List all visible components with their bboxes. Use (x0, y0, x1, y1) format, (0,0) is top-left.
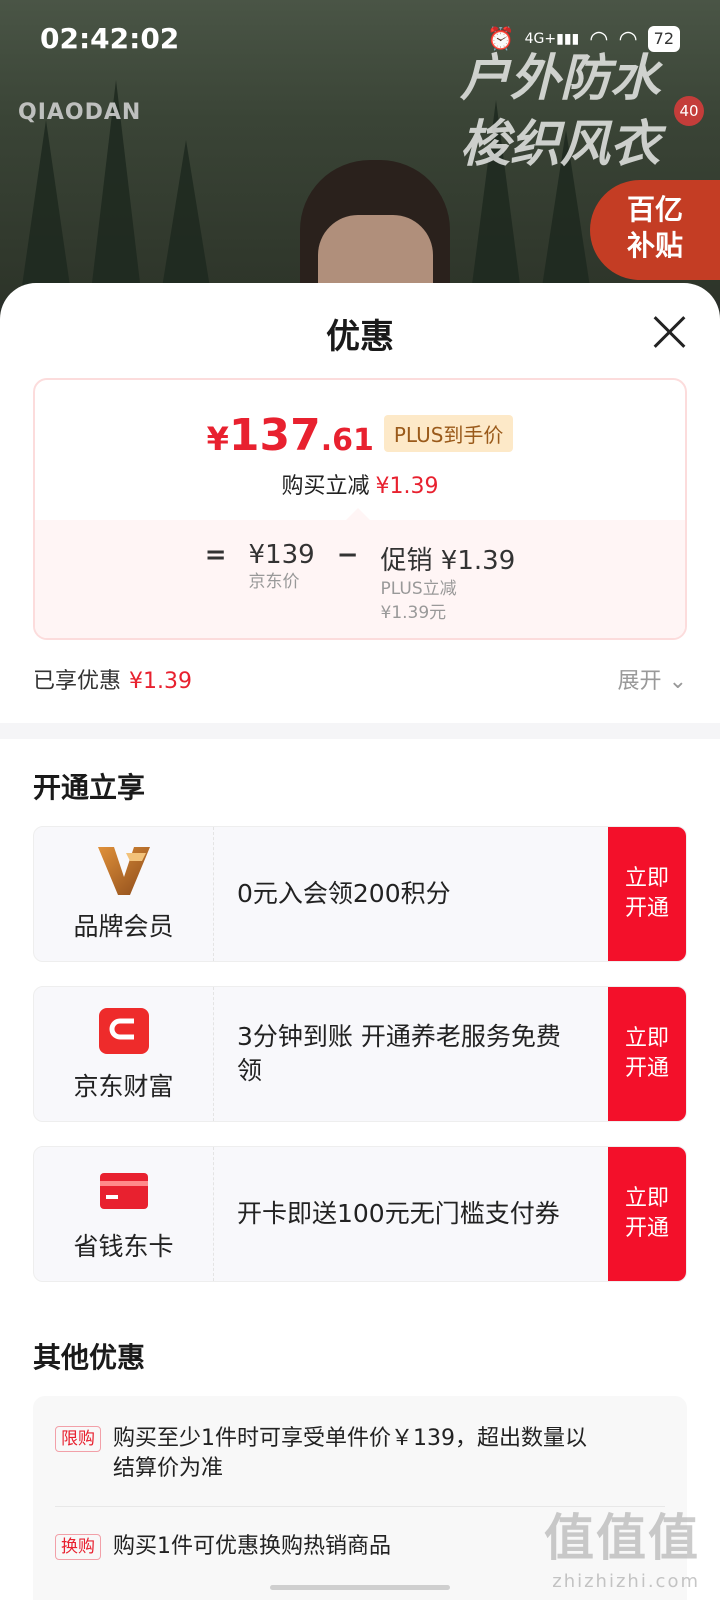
offer-card-jd-wealth: 京东财富 3分钟到账 开通养老服务免费领 立即 开通 (33, 986, 687, 1122)
activate-button[interactable]: 立即 开通 (608, 1147, 686, 1281)
status-icons: ⏰ 4G+▮▮▮ ◠ ◠ 72 (487, 26, 680, 52)
plus-cut-label: PLUS立减 (380, 579, 457, 599)
open-section-title: 开通立享 (33, 771, 146, 804)
promo-value-row: 促销 ¥1.39 (381, 540, 516, 577)
offer-name: 京东财富 (73, 1072, 174, 1101)
jd-price-item: ¥139 京东价 (249, 540, 315, 625)
enjoyed-value: ¥1.39 (129, 669, 192, 694)
jd-price-value: ¥139 (248, 540, 315, 570)
offer-card-saving-card: 省钱东卡 开卡即送100元无门槛支付券 立即 开通 (33, 1146, 687, 1282)
promo-label: 促销 (380, 546, 433, 576)
brand-logo: QIAODAN (18, 100, 142, 125)
rule-tag: 换购 (55, 1534, 101, 1560)
wifi-icon-2: ◠ (618, 26, 638, 52)
section-divider (0, 723, 720, 739)
promo-value: ¥1.39 (440, 546, 516, 576)
expand-button[interactable]: 展开 ⌄ (618, 663, 687, 695)
count-badge: 40 (674, 96, 704, 126)
expand-label: 展开 (617, 669, 662, 694)
equals-sign: = (204, 540, 227, 570)
home-indicator[interactable] (270, 1585, 450, 1590)
promo-item: 促销 ¥1.39 PLUS立减 ¥1.39元 (381, 540, 516, 625)
close-icon[interactable] (648, 311, 690, 353)
offer-description: 3分钟到账 开通养老服务免费领 (237, 1022, 561, 1085)
price-card: ¥137.61 PLUS到手价 购买立减 ¥1.39 = ¥139 京东价 − 促… (33, 378, 687, 640)
alarm-icon: ⏰ (487, 26, 515, 52)
jd-wealth-icon (99, 1008, 149, 1054)
activate-button[interactable]: 立即 开通 (608, 987, 686, 1121)
credit-card-icon (100, 1173, 148, 1209)
price-integer: 137 (228, 410, 321, 461)
rule-item: 限购 购买至少1件时可享受单件价￥139，超出数量以结算价为准 (55, 1424, 593, 1484)
instant-discount-value: ¥1.39 (375, 474, 439, 499)
final-price-row: ¥137.61 PLUS到手价 (35, 410, 685, 461)
jd-price-label: 京东价 (248, 572, 300, 592)
offer-name: 品牌会员 (73, 912, 174, 941)
cellular-signal-icon: 4G+▮▮▮ (524, 31, 580, 47)
offer-brand: 品牌会员 (34, 827, 214, 961)
rule-text: 购买1件可优惠换购热销商品 (113, 1534, 391, 1559)
network-type: 4G+ (524, 31, 557, 47)
currency-symbol: ¥ (206, 420, 229, 458)
final-price: ¥137.61 (207, 410, 374, 461)
offer-description: 开卡即送100元无门槛支付券 (237, 1199, 560, 1228)
enjoyed-discount: 已享优惠 ¥1.39 (33, 663, 192, 695)
offer-brand: 省钱东卡 (34, 1147, 214, 1281)
offer-name: 省钱东卡 (73, 1232, 174, 1261)
subsidy-badge[interactable]: 百亿 补贴 (590, 180, 720, 280)
subsidy-line-1: 百亿 (626, 193, 683, 226)
background-tree (160, 140, 212, 300)
price-breakdown-row: = ¥139 京东价 − 促销 ¥1.39 PLUS立减 ¥1.39元 (35, 540, 685, 625)
status-time: 02:42:02 (40, 22, 180, 55)
breakdown-pointer (345, 508, 371, 521)
promo-line-2: 梭织风衣 (460, 115, 660, 173)
wifi-icon: ◠ (589, 26, 609, 52)
brand-member-icon (98, 847, 150, 895)
instant-discount-label: 购买立减 (281, 474, 370, 499)
enjoyed-label: 已享优惠 (33, 669, 122, 694)
offer-card-brand-member: 品牌会员 0元入会领200积分 立即 开通 (33, 826, 687, 962)
minus-sign: − (336, 540, 359, 570)
plus-cut-amount: ¥1.39元 (380, 603, 447, 623)
watermark-logo: 值值值 (544, 1509, 700, 1567)
offer-description: 0元入会领200积分 (237, 879, 451, 908)
offer-brand: 京东财富 (34, 987, 214, 1121)
activate-button[interactable]: 立即 开通 (608, 827, 686, 961)
battery-icon: 72 (647, 26, 680, 52)
rule-text: 购买至少1件时可享受单件价￥139，超出数量以结算价为准 (113, 1426, 587, 1481)
sheet-title: 优惠 (326, 317, 394, 357)
watermark-url: zhizhizhi.com (552, 1571, 700, 1592)
other-section-title: 其他优惠 (33, 1341, 146, 1374)
subsidy-line-2: 补贴 (626, 229, 683, 262)
instant-discount: 购买立减 ¥1.39 (35, 468, 685, 500)
price-decimal: .61 (320, 423, 374, 458)
rule-item[interactable]: 换购 购买1件可优惠换购热销商品 (55, 1532, 593, 1562)
chevron-down-icon: ⌄ (668, 669, 687, 694)
plus-price-tag: PLUS到手价 (383, 415, 514, 452)
rule-tag: 限购 (55, 1426, 101, 1452)
discount-sheet: 优惠 ¥137.61 PLUS到手价 购买立减 ¥1.39 = ¥139 京东价 … (0, 283, 720, 1600)
background-tree (20, 120, 72, 300)
status-bar: 02:42:02 ⏰ 4G+▮▮▮ ◠ ◠ 72 (0, 0, 720, 80)
